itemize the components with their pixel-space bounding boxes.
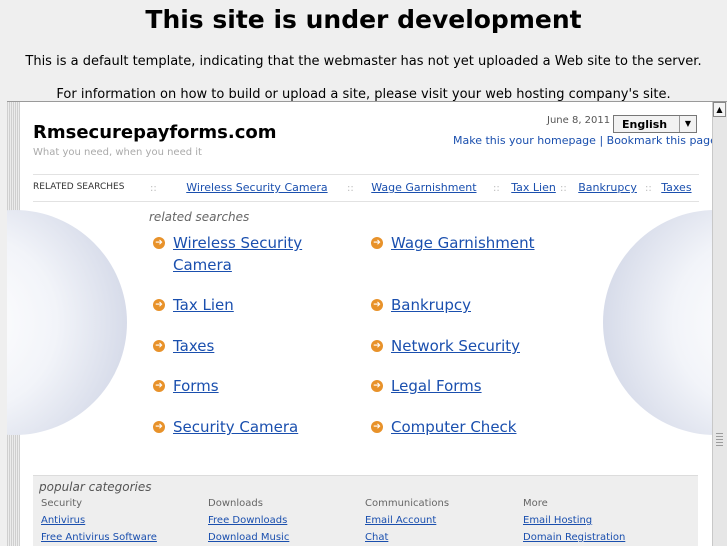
category-link[interactable]: Chat bbox=[365, 532, 449, 543]
related-bar-item: :: Wage Garnishment bbox=[347, 181, 477, 194]
arrow-right-circle-icon: ➔ bbox=[153, 421, 165, 433]
related-searches-bar: RELATED SEARCHES :: Wireless Security Ca… bbox=[33, 174, 699, 202]
site-tagline: What you need, when you need it bbox=[33, 147, 202, 158]
separator-dots: :: bbox=[560, 183, 567, 194]
arrow-right-circle-icon: ➔ bbox=[371, 299, 383, 311]
related-search-link[interactable]: Security Camera bbox=[173, 416, 298, 438]
related-bar-link[interactable]: Wireless Security Camera bbox=[186, 181, 327, 194]
related-search-link[interactable]: Computer Check bbox=[391, 416, 516, 438]
related-search-link[interactable]: Wage Garnishment bbox=[391, 232, 535, 254]
chevron-down-icon[interactable]: ▼ bbox=[679, 116, 696, 132]
link-separator: | bbox=[599, 134, 604, 147]
category-heading: Downloads bbox=[208, 498, 263, 509]
arrow-right-circle-icon: ➔ bbox=[153, 237, 165, 249]
related-search-link[interactable]: Taxes bbox=[173, 335, 214, 357]
arrow-right-circle-icon: ➔ bbox=[371, 380, 383, 392]
date-label: June 8, 2011 bbox=[547, 115, 611, 126]
popular-categories: popular categories Security Antivirus Fr… bbox=[33, 475, 698, 546]
arrow-right-circle-icon: ➔ bbox=[371, 421, 383, 433]
related-search-link[interactable]: Forms bbox=[173, 375, 219, 397]
related-searches-heading: related searches bbox=[149, 210, 250, 224]
arrow-right-circle-icon: ➔ bbox=[371, 237, 383, 249]
related-bar-link[interactable]: Taxes bbox=[661, 181, 691, 194]
category-link[interactable]: Free Downloads bbox=[208, 515, 289, 526]
bookmark-link[interactable]: Bookmark this page bbox=[607, 134, 717, 147]
related-search-link[interactable]: Network Security bbox=[391, 335, 520, 357]
related-search-link[interactable]: Bankrupcy bbox=[391, 294, 471, 316]
scroll-up-arrow-icon[interactable]: ▲ bbox=[713, 102, 726, 117]
intro-text: This is a default template, indicating t… bbox=[25, 54, 702, 69]
site-name: Rmsecurepayforms.com bbox=[33, 122, 277, 143]
separator-dots: :: bbox=[347, 183, 354, 194]
category-link[interactable]: Domain Registration bbox=[523, 532, 625, 543]
arrow-right-circle-icon: ➔ bbox=[371, 340, 383, 352]
language-value: English bbox=[622, 118, 668, 131]
embedded-site-frame: Rmsecurepayforms.com What you need, when… bbox=[7, 101, 727, 546]
related-search-link[interactable]: Legal Forms bbox=[391, 375, 482, 397]
popular-categories-heading: popular categories bbox=[39, 480, 152, 494]
category-column-security: Security Antivirus Free Antivirus Softwa… bbox=[41, 498, 157, 543]
related-searches-label: RELATED SEARCHES bbox=[33, 182, 125, 192]
language-select[interactable]: English ▼ bbox=[613, 115, 697, 133]
related-bar-link[interactable]: Wage Garnishment bbox=[371, 181, 476, 194]
related-bar-link[interactable]: Bankrupcy bbox=[578, 181, 637, 194]
related-bar-item: :: Wireless Security Camera bbox=[150, 181, 328, 194]
category-column-communications: Communications Email Account Chat bbox=[365, 498, 449, 543]
vertical-scrollbar[interactable]: ▲ bbox=[712, 102, 727, 546]
arrow-right-circle-icon: ➔ bbox=[153, 299, 165, 311]
hosting-info-text: For information on how to build or uploa… bbox=[56, 87, 671, 102]
related-bar-item: :: Tax Lien bbox=[493, 181, 556, 194]
category-heading: Security bbox=[41, 498, 83, 509]
related-search-link[interactable]: Wireless Security Camera bbox=[173, 232, 333, 276]
scrollbar-grip[interactable] bbox=[716, 432, 723, 446]
category-heading: More bbox=[523, 498, 548, 509]
category-column-more: More Email Hosting Domain Registration bbox=[523, 498, 625, 543]
category-link[interactable]: Free Antivirus Software bbox=[41, 532, 157, 543]
related-bar-link[interactable]: Tax Lien bbox=[511, 181, 556, 194]
category-column-downloads: Downloads Free Downloads Download Music bbox=[208, 498, 289, 543]
separator-dots: :: bbox=[150, 183, 157, 194]
separator-dots: :: bbox=[493, 183, 500, 194]
related-bar-item: :: Taxes bbox=[645, 181, 692, 194]
decorative-globe-left bbox=[7, 210, 127, 435]
related-search-link[interactable]: Tax Lien bbox=[173, 294, 234, 316]
category-link[interactable]: Antivirus bbox=[41, 515, 157, 526]
category-heading: Communications bbox=[365, 498, 450, 509]
top-links: Make this your homepage | Bookmark this … bbox=[453, 134, 717, 147]
make-homepage-link[interactable]: Make this your homepage bbox=[453, 134, 596, 147]
related-bar-item: :: Bankrupcy bbox=[560, 181, 637, 194]
decorative-globe-right bbox=[603, 210, 727, 435]
arrow-right-circle-icon: ➔ bbox=[153, 340, 165, 352]
category-link[interactable]: Email Hosting bbox=[523, 515, 625, 526]
page-title: This site is under development bbox=[145, 5, 582, 34]
separator-dots: :: bbox=[645, 183, 652, 194]
category-link[interactable]: Download Music bbox=[208, 532, 289, 543]
arrow-right-circle-icon: ➔ bbox=[153, 380, 165, 392]
category-link[interactable]: Email Account bbox=[365, 515, 449, 526]
